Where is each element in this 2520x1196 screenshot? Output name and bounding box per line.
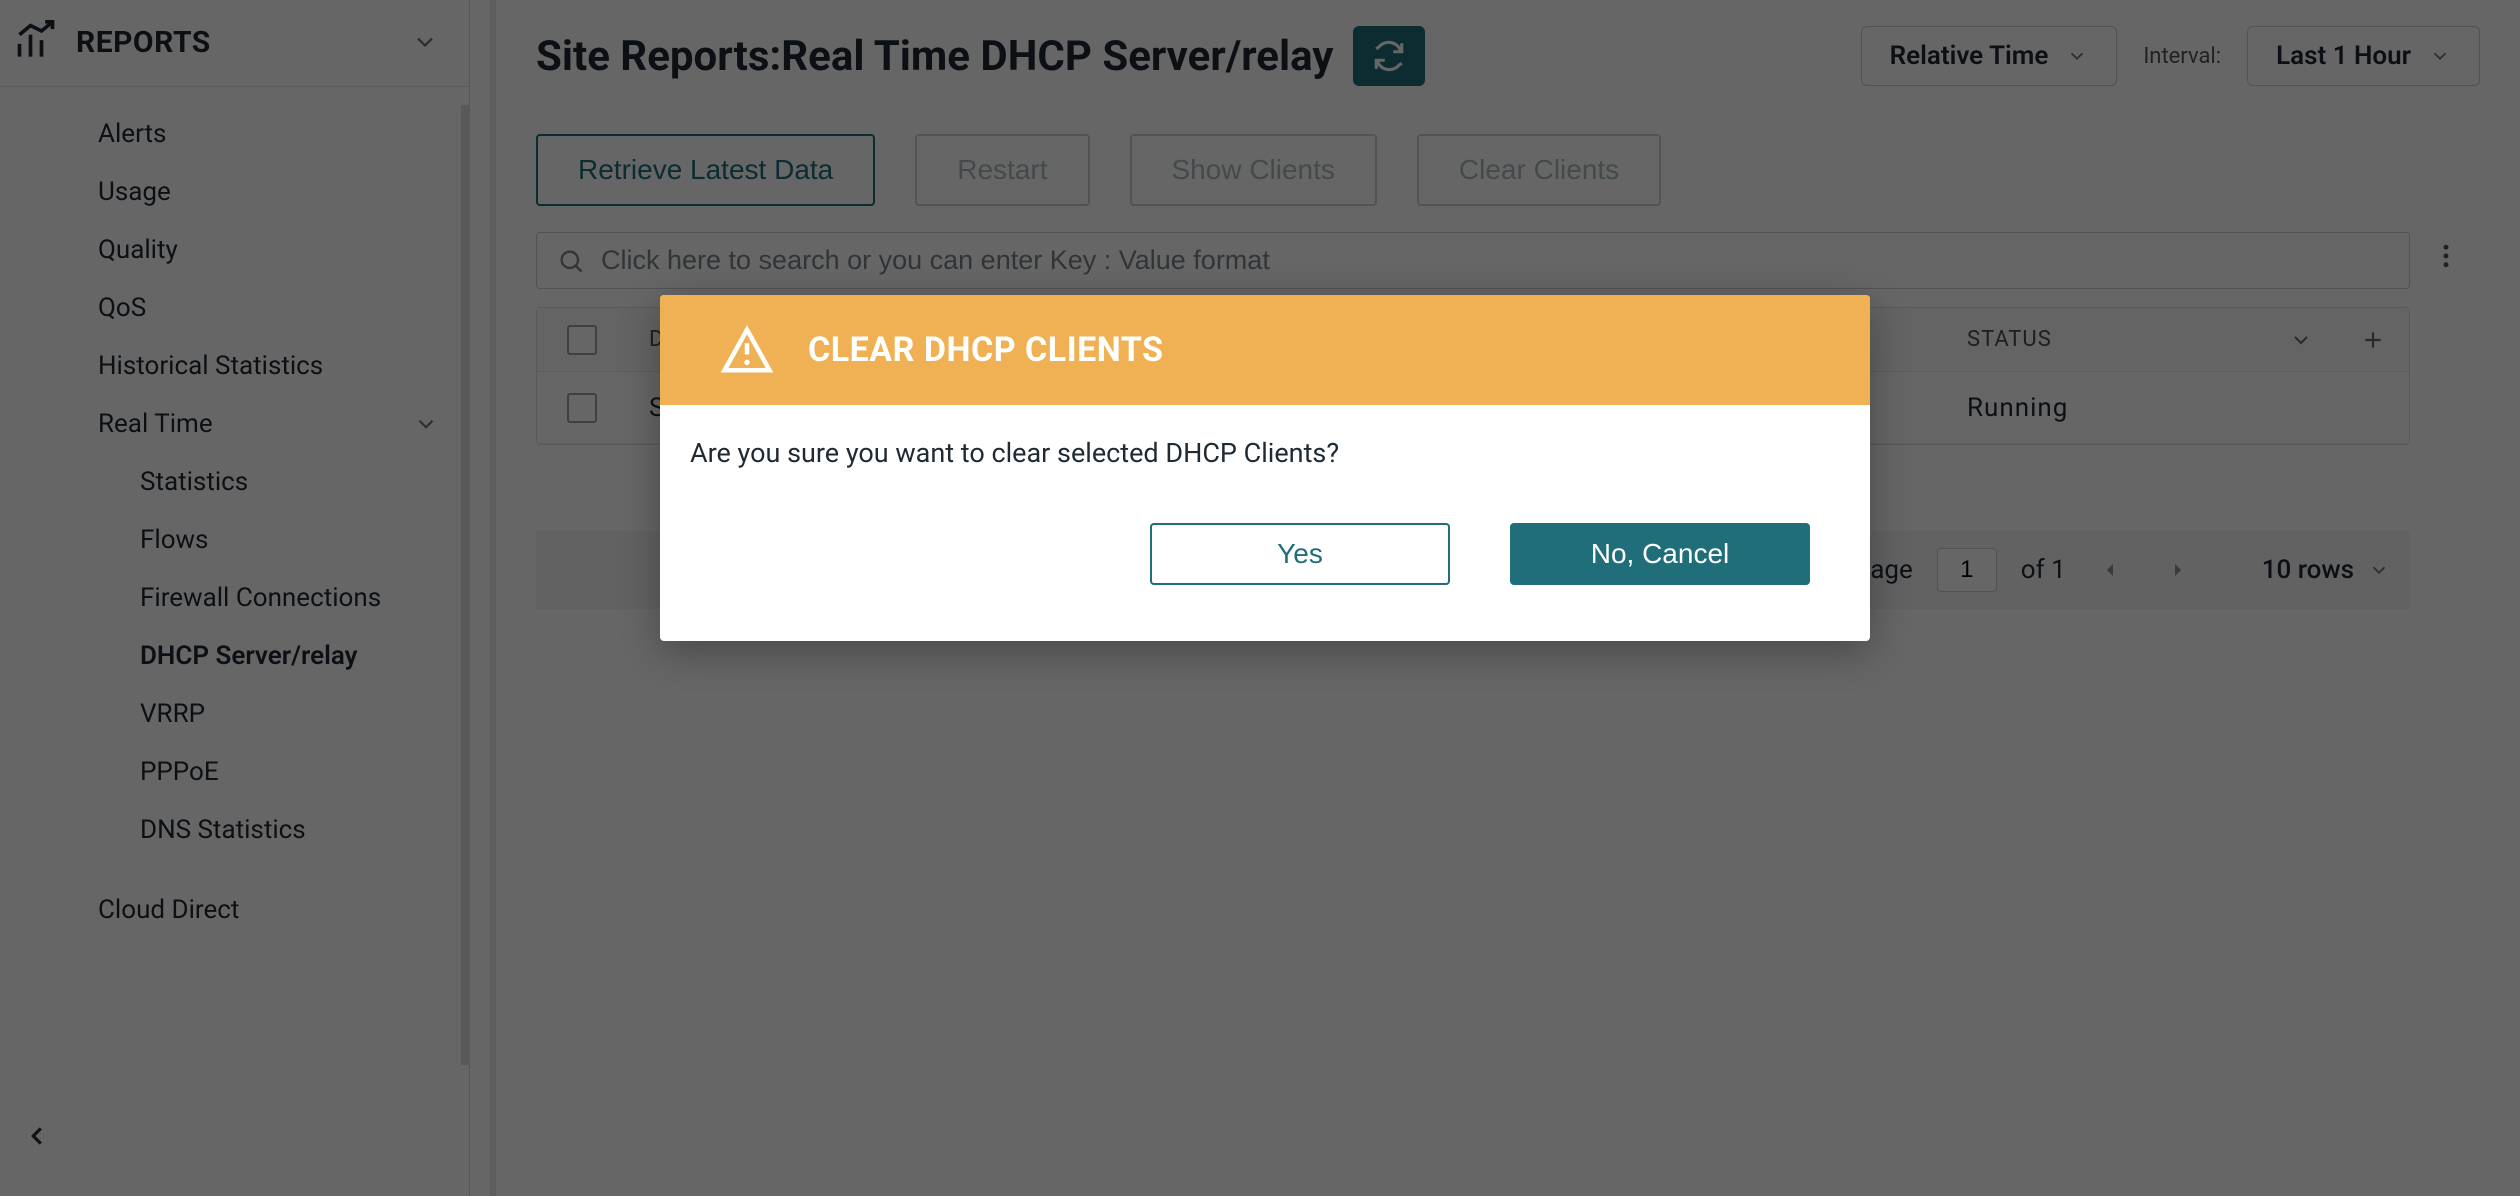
modal-no-button[interactable]: No, Cancel [1510, 523, 1810, 585]
confirm-modal: CLEAR DHCP CLIENTS Are you sure you want… [660, 295, 1870, 641]
modal-header: CLEAR DHCP CLIENTS [660, 295, 1870, 405]
warning-icon [720, 323, 774, 377]
modal-overlay[interactable]: CLEAR DHCP CLIENTS Are you sure you want… [0, 0, 2520, 1196]
modal-yes-button[interactable]: Yes [1150, 523, 1450, 585]
modal-title: CLEAR DHCP CLIENTS [808, 330, 1164, 370]
modal-actions: Yes No, Cancel [660, 479, 1870, 641]
modal-body: Are you sure you want to clear selected … [660, 405, 1870, 479]
